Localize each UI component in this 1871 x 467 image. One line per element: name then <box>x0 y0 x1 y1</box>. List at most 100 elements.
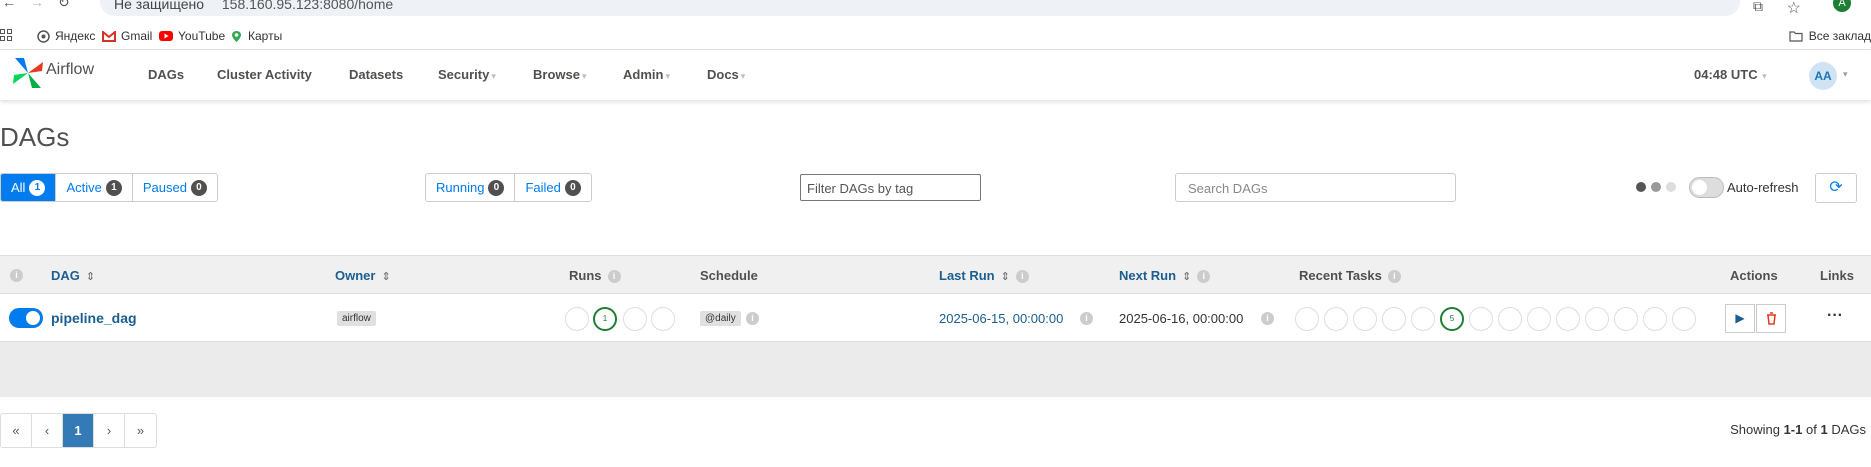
header-dag[interactable]: DAG ⇕ <box>51 268 95 283</box>
next-run-text: 2025-06-16, 00:00:00 <box>1119 311 1244 326</box>
task-state-circle[interactable] <box>1556 307 1580 331</box>
folder-icon <box>1789 31 1803 42</box>
all-bookmarks-label: Все заклад <box>1808 29 1871 43</box>
nav-dags[interactable]: DAGs <box>148 67 184 82</box>
search-dags-input[interactable]: Search DAGs <box>1175 173 1456 202</box>
run-state-circle-queued[interactable] <box>565 307 589 331</box>
utc-clock[interactable]: 04:48 UTC ▾ <box>1694 67 1767 82</box>
page-first-button[interactable]: « <box>1 414 32 447</box>
refresh-button[interactable]: ⟳ <box>1815 173 1857 203</box>
apps-grid-icon[interactable] <box>0 29 14 43</box>
profile-avatar[interactable]: A <box>1833 0 1851 12</box>
info-icon: i <box>1080 312 1093 325</box>
page-current-button[interactable]: 1 <box>63 414 94 447</box>
filter-all[interactable]: All 1 <box>1 174 57 201</box>
back-icon[interactable]: ← <box>2 0 16 10</box>
task-state-circle[interactable] <box>1585 307 1609 331</box>
header-owner[interactable]: Owner ⇕ <box>335 268 391 283</box>
bookmark-youtube[interactable]: YouTube <box>159 29 225 43</box>
delete-dag-button[interactable] <box>1756 304 1786 333</box>
youtube-icon <box>159 31 173 41</box>
chevron-down-icon: ▾ <box>581 71 587 81</box>
run-state-circle-other[interactable] <box>651 307 675 331</box>
page-next-button[interactable]: › <box>94 414 125 447</box>
task-state-circle[interactable] <box>1382 307 1406 331</box>
auto-refresh-label: Auto-refresh <box>1727 180 1799 195</box>
task-state-circle[interactable] <box>1411 307 1435 331</box>
user-avatar[interactable]: AA <box>1809 62 1837 90</box>
header-schedule: Schedule <box>700 268 758 283</box>
bookmark-gmail[interactable]: Gmail <box>102 29 152 43</box>
all-bookmarks[interactable]: Все заклад <box>1789 29 1871 43</box>
chevron-down-icon: ▾ <box>665 71 670 81</box>
trigger-dag-button[interactable]: ▶ <box>1725 304 1755 333</box>
top-navbar: Airflow DAGs Cluster Activity Datasets S… <box>0 50 1871 100</box>
header-last-run[interactable]: Last Run ⇕ i <box>939 268 1029 283</box>
bookmark-maps[interactable]: Карты <box>230 29 282 43</box>
page-prev-button[interactable]: ‹ <box>32 414 63 447</box>
run-state-circle-success[interactable]: 1 <box>593 307 617 331</box>
auto-refresh-toggle[interactable] <box>1689 177 1724 198</box>
task-state-circle[interactable] <box>1672 307 1696 331</box>
reload-icon[interactable]: ↻ <box>58 0 70 11</box>
run-state-circle-failed[interactable] <box>623 307 647 331</box>
bookmarks-bar: Яндекс Gmail YouTube Карты Все заклад <box>0 22 1871 50</box>
airflow-logo[interactable]: Airflow <box>12 56 94 90</box>
info-icon: i <box>1387 270 1401 283</box>
gmail-icon <box>102 30 116 42</box>
pinwheel-icon <box>13 58 43 88</box>
sort-icon: ⇕ <box>381 271 391 283</box>
dag-pause-toggle[interactable] <box>9 308 43 328</box>
header-next-run[interactable]: Next Run ⇕ i <box>1119 268 1211 283</box>
nav-docs[interactable]: Docs ▾ <box>707 67 745 82</box>
forward-icon[interactable]: → <box>30 0 44 10</box>
refresh-icon: ⟳ <box>1829 179 1843 196</box>
brand-name: Airflow <box>46 61 95 78</box>
last-run-link[interactable]: 2025-06-15, 00:00:00 <box>939 311 1063 326</box>
bookmark-yandex[interactable]: Яндекс <box>37 29 95 43</box>
url-field[interactable]: Не защищено 158.160.95.123:8080/home <box>100 0 1740 16</box>
sort-icon: ⇕ <box>1182 271 1192 283</box>
status-filter-group: All 1 Active 1 Paused 0 <box>0 173 218 202</box>
filter-paused[interactable]: Paused 0 <box>132 174 217 201</box>
tag-filter-input[interactable]: Filter DAGs by tag <box>800 174 981 201</box>
showing-count: Showing 1-1 of 1 DAGs <box>1730 422 1866 437</box>
count-badge: 1 <box>29 179 46 196</box>
schedule-tag[interactable]: @daily <box>700 311 741 326</box>
filter-running[interactable]: Running 0 <box>426 174 516 201</box>
nav-browse[interactable]: Browse ▾ <box>533 67 587 82</box>
task-state-circle[interactable] <box>1295 307 1319 331</box>
nav-security[interactable]: Security ▾ <box>438 67 496 82</box>
task-state-circle[interactable] <box>1498 307 1522 331</box>
owner-tag[interactable]: airflow <box>337 311 376 326</box>
nav-datasets[interactable]: Datasets <box>349 67 403 82</box>
more-links-icon[interactable]: ··· <box>1827 307 1843 325</box>
task-state-circle[interactable] <box>1643 307 1667 331</box>
star-icon[interactable]: ☆ <box>1787 0 1801 18</box>
page-title: DAGs <box>0 122 70 152</box>
task-state-circle-success[interactable]: 5 <box>1440 307 1464 331</box>
task-state-circle[interactable] <box>1324 307 1348 331</box>
filter-failed[interactable]: Failed 0 <box>515 174 591 201</box>
header-actions: Actions <box>1730 268 1778 283</box>
task-state-circle[interactable] <box>1527 307 1551 331</box>
chevron-down-icon: ▾ <box>740 71 746 81</box>
globe-icon <box>37 29 50 43</box>
bookmark-label: Яндекс <box>55 29 96 43</box>
translate-icon[interactable]: ⧉ <box>1753 0 1763 15</box>
dag-id-link[interactable]: pipeline_dag <box>51 310 137 326</box>
task-state-circle[interactable] <box>1353 307 1377 331</box>
task-state-circle[interactable] <box>1614 307 1638 331</box>
filter-active[interactable]: Active 1 <box>56 174 133 201</box>
nav-cluster-activity[interactable]: Cluster Activity <box>217 67 312 82</box>
nav-admin[interactable]: Admin ▾ <box>623 67 670 82</box>
bookmark-label: Gmail <box>121 29 153 43</box>
task-state-circle[interactable] <box>1469 307 1493 331</box>
info-icon: i <box>746 312 759 325</box>
bookmark-label: Карты <box>248 29 283 43</box>
info-icon: i <box>1261 312 1274 325</box>
chevron-down-icon[interactable]: ▾ <box>1843 69 1848 80</box>
header-runs: Runs i <box>569 268 621 283</box>
count-badge: 0 <box>488 179 505 196</box>
page-last-button[interactable]: » <box>125 414 156 447</box>
